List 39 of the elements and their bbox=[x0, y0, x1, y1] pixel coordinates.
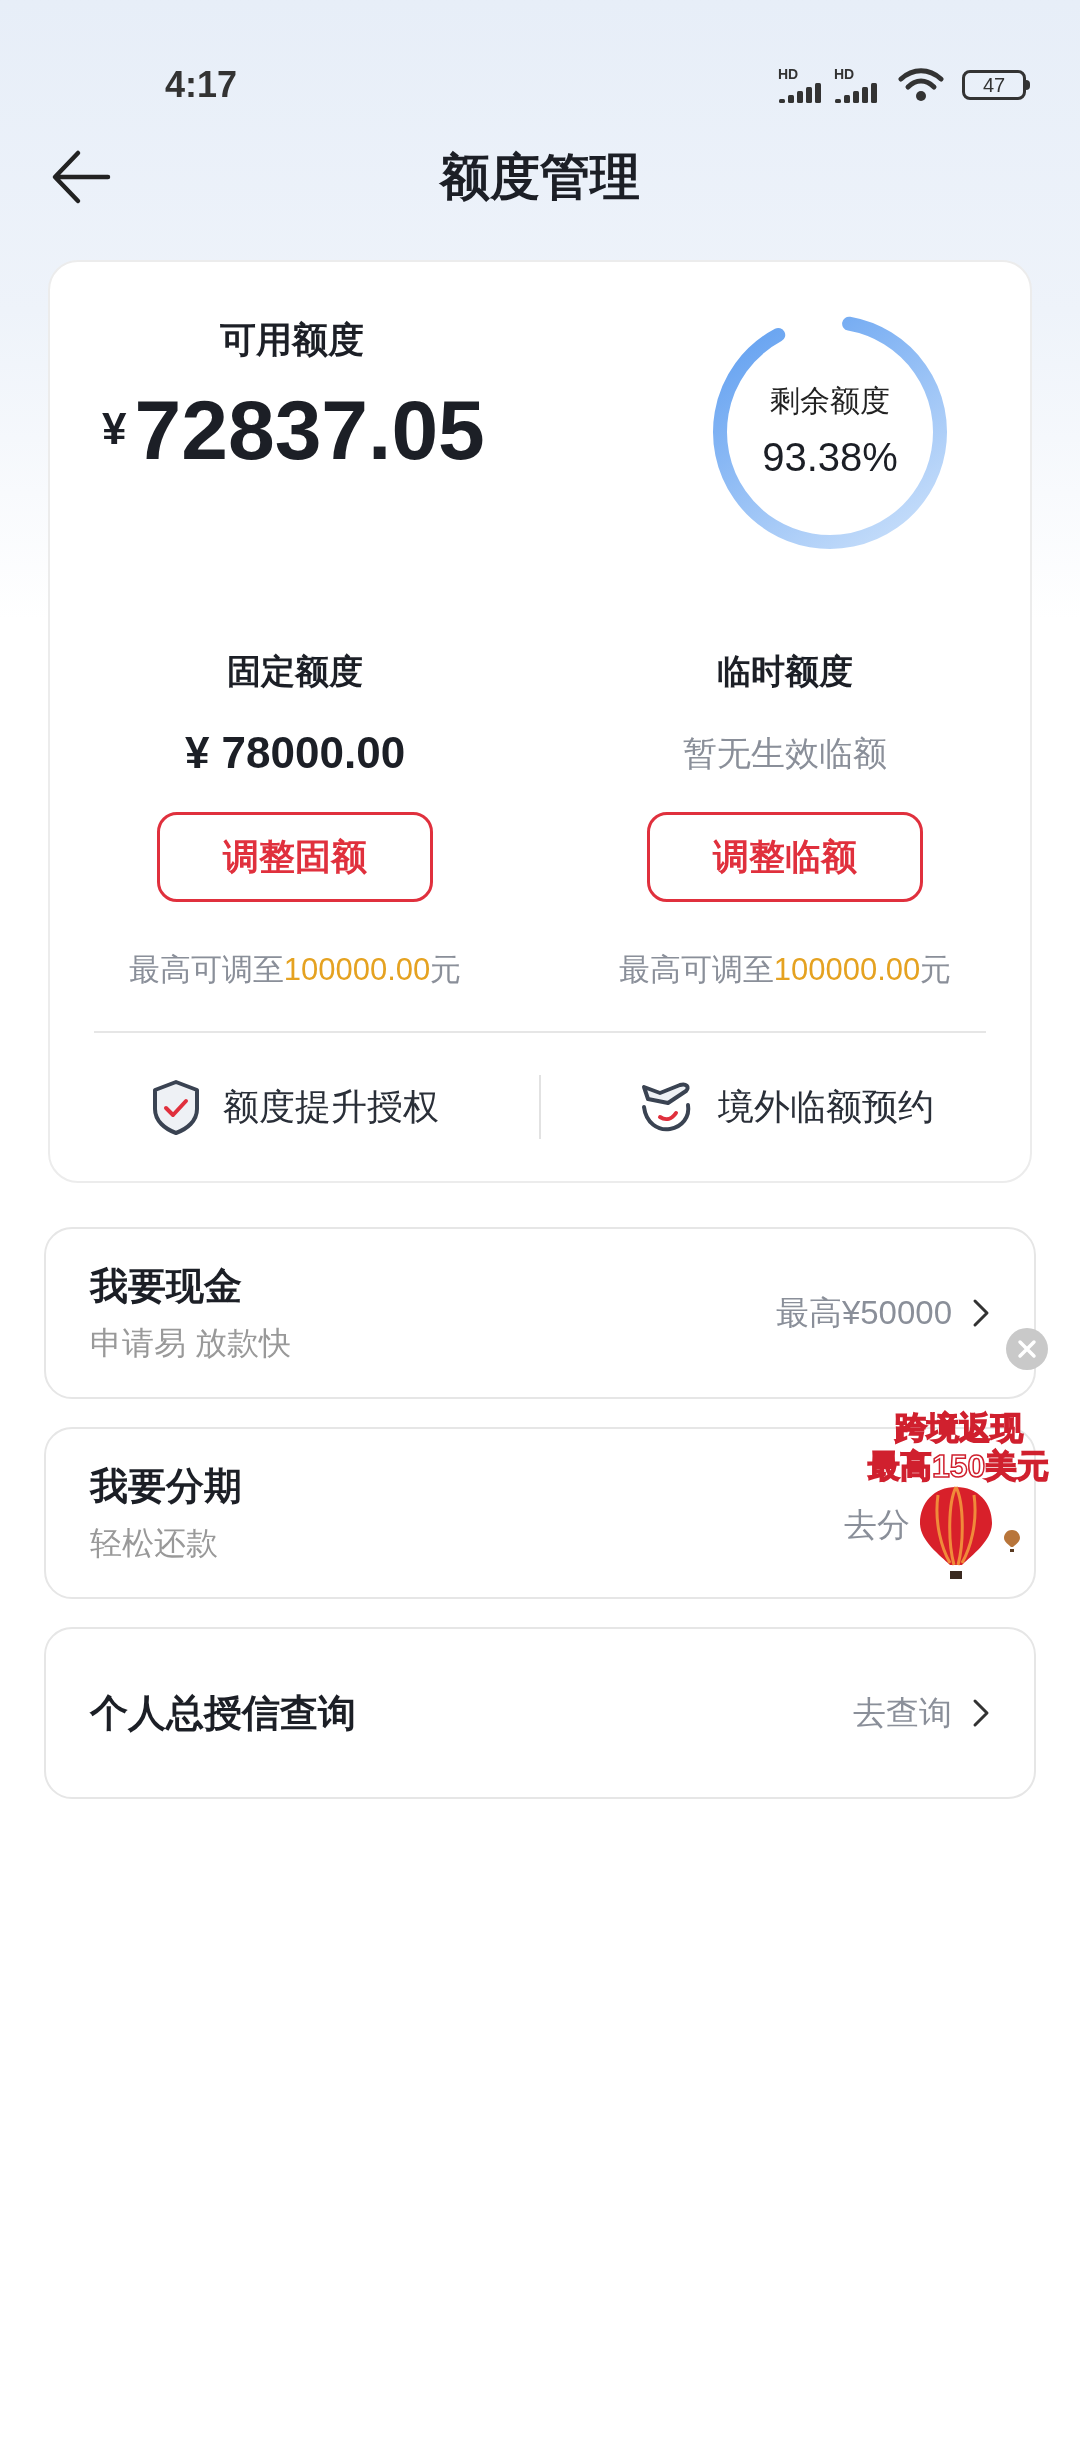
available-amount: 72837.05 bbox=[134, 388, 485, 472]
shield-check-icon bbox=[150, 1079, 201, 1135]
entry-action: 去查询 bbox=[853, 1693, 952, 1734]
close-icon bbox=[1017, 1339, 1037, 1359]
entry-action: 去分 bbox=[844, 1505, 910, 1546]
back-arrow-icon[interactable] bbox=[50, 149, 112, 205]
wifi-icon bbox=[898, 67, 944, 103]
ring-value: 93.38% bbox=[762, 433, 898, 481]
ring-label: 剩余额度 bbox=[770, 382, 890, 419]
column-title: 临时额度 bbox=[717, 654, 853, 688]
available-label: 可用额度 bbox=[220, 322, 365, 358]
max-limit-note: 最高可调至100000.00元 bbox=[128, 954, 462, 985]
max-limit-note: 最高可调至100000.00元 bbox=[618, 954, 952, 985]
currency-symbol: ¥ bbox=[102, 403, 127, 455]
quick-link[interactable]: 境外临额预约 bbox=[717, 1080, 934, 1134]
quick-link[interactable]: 额度提升授权 bbox=[222, 1080, 439, 1134]
hd-label: HD bbox=[834, 67, 855, 81]
signal-icon bbox=[834, 81, 880, 103]
adjust-button[interactable]: 调整固额 bbox=[157, 812, 433, 902]
empty-amount-text: 暂无生效临额 bbox=[683, 736, 887, 770]
entry-subtitle: 申请易 放款快 bbox=[90, 1327, 291, 1359]
entry-title: 我要现金 bbox=[90, 1267, 243, 1305]
adjust-button[interactable]: 调整临额 bbox=[647, 812, 923, 902]
promo-text: 跨境返现 bbox=[894, 1409, 1023, 1447]
entry-title: 我要分期 bbox=[90, 1467, 242, 1505]
fixed-amount: ¥ 78000.00 bbox=[184, 731, 406, 775]
entry-title: 个人总授信查询 bbox=[90, 1694, 356, 1732]
entry-card-background[interactable] bbox=[44, 1227, 1036, 1399]
entry-subtitle: 轻松还款 bbox=[90, 1527, 219, 1559]
promo-text: 最高150美元 bbox=[868, 1447, 1050, 1485]
entry-card-background[interactable] bbox=[44, 1627, 1036, 1799]
status-time: 4:17 bbox=[165, 63, 238, 107]
small-balloon-icon bbox=[1003, 1529, 1021, 1553]
column-title: 固定额度 bbox=[227, 654, 363, 688]
battery-indicator: 47 bbox=[962, 70, 1030, 100]
entry-action: 最高¥50000 bbox=[775, 1293, 952, 1334]
signal-icon bbox=[778, 81, 824, 103]
page-title: 额度管理 bbox=[440, 147, 640, 207]
hd-label: HD bbox=[778, 67, 799, 81]
